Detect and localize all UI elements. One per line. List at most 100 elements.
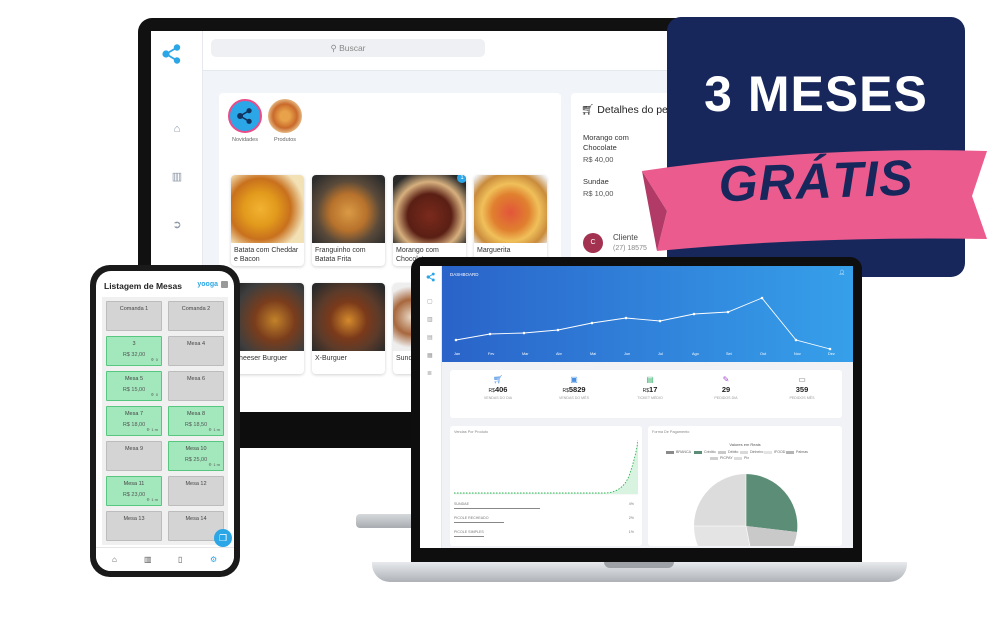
sales-point bbox=[692, 312, 696, 316]
kpi-label: VENDAS DO MÊS bbox=[559, 396, 589, 400]
product-card[interactable]: Franguinho com Batata Frita bbox=[312, 175, 385, 266]
month-label: Mar bbox=[522, 352, 529, 356]
legend-swatch bbox=[718, 450, 726, 454]
product-card[interactable]: X-Burguer bbox=[312, 283, 385, 374]
product-row-bar bbox=[454, 522, 504, 523]
table-time: ⌚︎ 0 bbox=[150, 392, 158, 397]
table-card[interactable]: Mesa 7 R$ 18,00 ⌚︎ 1 m bbox=[106, 406, 162, 436]
tables-grid: Comanda 1 Comanda 2 3 R$ 32,00 ⌚︎ 0 Mesa 4 Mes… bbox=[102, 297, 228, 545]
product-row-label: PICOLE RECHEADO bbox=[454, 516, 489, 520]
list-icon[interactable]: ≣ bbox=[427, 370, 432, 377]
month-label: Dez bbox=[828, 352, 835, 356]
gear-icon[interactable]: ⚙ bbox=[210, 555, 217, 564]
product-row-bar bbox=[454, 508, 540, 509]
kpi-card: ✎ 29 PEDIDOS DIA bbox=[696, 374, 756, 400]
table-card[interactable]: Comanda 2 bbox=[168, 301, 224, 331]
banner-line2: GRÁTIS bbox=[717, 149, 915, 213]
table-card[interactable]: Mesa 8 R$ 18,50 ⌚︎ 1 m bbox=[168, 406, 224, 436]
table-card[interactable]: Mesa 5 R$ 15,00 ⌚︎ 0 bbox=[106, 371, 162, 401]
sales-point bbox=[624, 316, 628, 320]
kpi-card: ▣ R$5829 VENDAS DO MÊS bbox=[544, 374, 604, 400]
table-card[interactable]: Mesa 4 bbox=[168, 336, 224, 366]
table-time: ⌚︎ 1 m bbox=[146, 427, 158, 432]
sales-point bbox=[760, 296, 764, 300]
sales-point bbox=[658, 319, 662, 323]
product-card[interactable]: Cheeser Burguer bbox=[231, 283, 304, 374]
delivery-icon[interactable]: ➲ bbox=[170, 219, 184, 231]
legend-label: IFOOD bbox=[774, 450, 786, 454]
panel-title: Vendas Por Produto bbox=[454, 430, 488, 434]
table-name: Comanda 2 bbox=[181, 306, 211, 312]
laptop-notch bbox=[604, 562, 674, 568]
doc-icon[interactable]: ▤ bbox=[427, 334, 433, 341]
chart-icon[interactable]: ▥ bbox=[170, 171, 184, 183]
product-row-label: PICOLE SIMPLES bbox=[454, 530, 484, 534]
pie-title: Valores em Reais bbox=[729, 442, 761, 447]
table-card[interactable]: Comanda 1 bbox=[106, 301, 162, 331]
table-icon[interactable]: ▦ bbox=[427, 352, 433, 359]
table-card[interactable]: Mesa 13 bbox=[106, 511, 162, 541]
product-card[interactable]: Morango com Chocolate 1 bbox=[393, 175, 466, 266]
home-icon[interactable]: ⌂ bbox=[112, 555, 117, 564]
table-name: Mesa 7 bbox=[124, 411, 144, 417]
product-image bbox=[231, 283, 304, 351]
legend-label: Pix bbox=[744, 456, 749, 460]
customer-avatar: C bbox=[583, 233, 603, 253]
product-card[interactable]: Batata com Cheddar e Bacon bbox=[231, 175, 304, 266]
product-row-bar bbox=[454, 536, 484, 537]
qr-icon[interactable] bbox=[221, 281, 228, 288]
cart-icon: 🛒︎ bbox=[492, 375, 504, 384]
cart-icon: 🛒︎ bbox=[581, 104, 595, 116]
product-row: PICOLE SIMPLES 1% bbox=[454, 530, 638, 537]
search-input[interactable]: ⚲ Buscar bbox=[211, 39, 485, 57]
kpi-value: R$406 bbox=[488, 385, 508, 394]
legend-swatch bbox=[740, 450, 748, 454]
kpi-label: PEDIDOS DIA bbox=[714, 396, 738, 400]
app-logo-icon[interactable] bbox=[161, 43, 183, 65]
product-badge: 1 bbox=[457, 175, 466, 183]
panel-title: Forma De Pagamento bbox=[652, 430, 690, 434]
legend-swatch bbox=[764, 450, 772, 454]
kpi-value: 359 bbox=[795, 385, 809, 394]
clipboard-icon[interactable]: ▯ bbox=[178, 555, 182, 564]
table-card[interactable]: Mesa 11 R$ 23,00 ⌚︎ 1 m bbox=[106, 476, 162, 506]
banner-line1: 3 MESES bbox=[704, 66, 928, 122]
product-card[interactable]: Marguerita bbox=[474, 175, 547, 266]
table-name: Mesa 4 bbox=[186, 341, 206, 347]
bus-icon: ▭ bbox=[798, 375, 806, 384]
smartphone: Listagem de Mesas yooga Comanda 1 Comanda… bbox=[90, 265, 240, 577]
legend-item: Palmas bbox=[786, 450, 808, 454]
novidades-icon bbox=[228, 99, 262, 133]
table-name: Mesa 12 bbox=[185, 481, 207, 487]
sales-line bbox=[455, 297, 831, 350]
table-card[interactable]: Mesa 12 bbox=[168, 476, 224, 506]
app-logo-icon[interactable] bbox=[426, 272, 436, 282]
table-card[interactable]: Mesa 6 bbox=[168, 371, 224, 401]
product-sales-chart bbox=[454, 439, 638, 495]
home-icon[interactable]: ⌂ bbox=[170, 123, 184, 135]
legend-item: PICPAY bbox=[710, 456, 733, 460]
chart-icon[interactable]: ▥ bbox=[427, 316, 433, 323]
table-card[interactable]: Mesa 9 bbox=[106, 441, 162, 471]
sales-point bbox=[794, 338, 798, 342]
search-icon: ⚲ bbox=[330, 43, 337, 53]
legend-item: Dinheiro bbox=[740, 450, 763, 454]
product-image bbox=[312, 283, 385, 351]
table-name: Mesa 10 bbox=[185, 446, 207, 452]
pie-slice-credito bbox=[746, 474, 798, 532]
category-novidades[interactable]: Novidades bbox=[227, 99, 263, 143]
legend-swatch bbox=[786, 450, 794, 454]
box-icon[interactable]: ▢ bbox=[427, 298, 433, 305]
chart-icon[interactable]: ▥ bbox=[144, 555, 152, 564]
category-produtos[interactable]: Produtos bbox=[267, 99, 303, 143]
legend-label: PICPAY bbox=[720, 456, 733, 460]
add-fab-button[interactable]: ❐ bbox=[214, 529, 232, 547]
legend-label: Dinheiro bbox=[750, 450, 764, 454]
table-name: Comanda 1 bbox=[119, 306, 149, 312]
month-label: Set bbox=[726, 352, 732, 356]
kpi-value: R$5829 bbox=[562, 385, 586, 394]
table-card[interactable]: Mesa 10 R$ 25,00 ⌚︎ 1 m bbox=[168, 441, 224, 471]
table-card[interactable]: 3 R$ 32,00 ⌚︎ 0 bbox=[106, 336, 162, 366]
kpi-value: 29 bbox=[721, 385, 731, 394]
sales-line-chart bbox=[454, 296, 832, 351]
